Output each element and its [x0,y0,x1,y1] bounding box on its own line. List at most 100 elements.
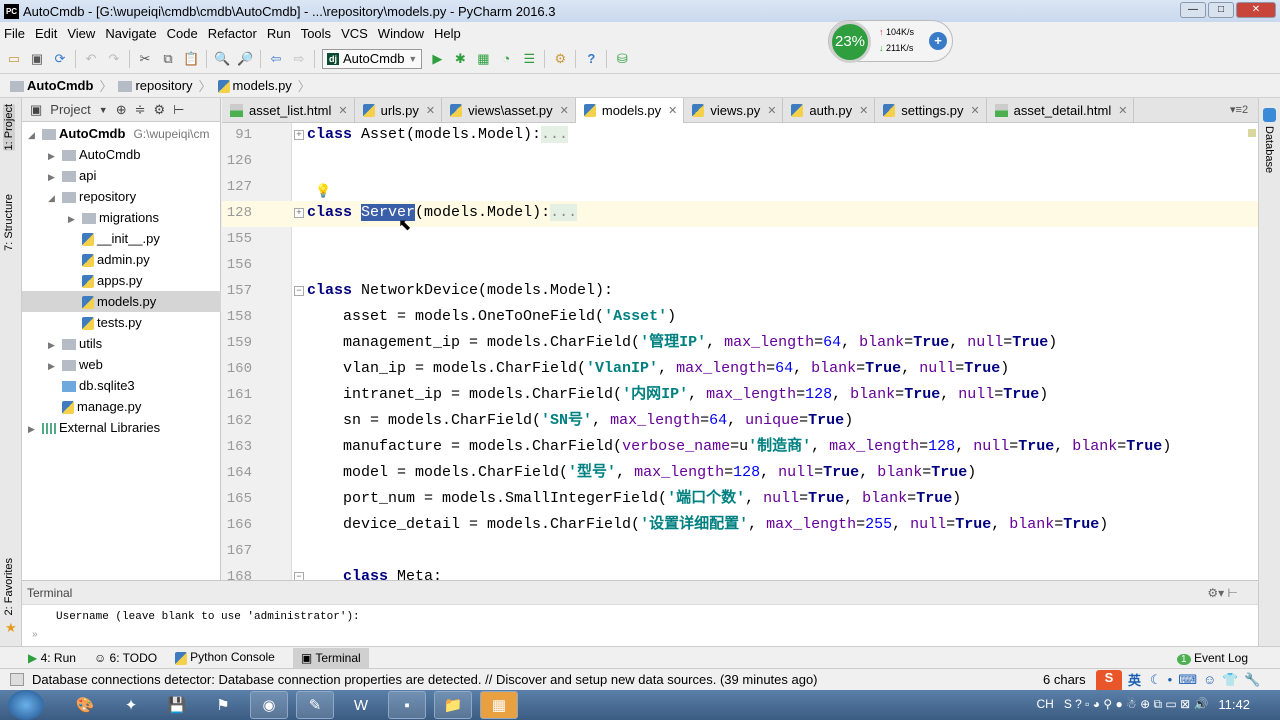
code-line[interactable]: 167 [222,539,1258,565]
code-line[interactable]: 166 device_detail = models.CharField('设置… [222,513,1258,539]
collapse-fold-icon[interactable]: − [294,286,304,296]
code-line[interactable]: 163 manufacture = models.CharField(verbo… [222,435,1258,461]
code-line[interactable]: 128 + class Server(models.Model):... [222,201,1258,227]
collapsed-arrow-icon[interactable]: ▶ [48,335,62,356]
forward-icon[interactable]: ⇨ [291,51,307,67]
menu-code[interactable]: Code [167,26,198,41]
tree-item[interactable]: ◢ repository [22,186,136,207]
code-line[interactable]: 162 sn = models.CharField('SN号', max_len… [222,409,1258,435]
paint-app-icon[interactable]: 🎨 [66,691,104,719]
run-configuration-select[interactable]: dj AutoCmdb ▼ [322,48,423,69]
project-view-select[interactable]: Project [50,102,90,117]
close-button[interactable]: ✕ [1236,2,1276,18]
replace-icon[interactable]: 🔎 [237,51,253,67]
tree-item[interactable]: ▶ utils [22,333,102,354]
tree-item[interactable]: __init__.py [22,228,160,249]
tree-item[interactable]: ▶ web [22,354,103,375]
tree-item[interactable]: manage.py [22,396,141,417]
tabs-overflow-button[interactable]: ▾≡2 [1230,103,1248,116]
tab-auth-py[interactable]: auth.py ✕ [783,98,876,123]
menu-refactor[interactable]: Refactor [208,26,257,41]
menu-help[interactable]: Help [434,26,461,41]
database-tool-tab[interactable]: Database [1263,126,1275,173]
favorites-tool-tab[interactable]: 2: Favorites [3,558,15,615]
expand-fold-icon[interactable]: + [294,130,304,140]
menu-window[interactable]: Window [378,26,424,41]
code-line[interactable]: 91 + class Asset(models.Model):... [222,123,1258,149]
notepad-app-icon[interactable]: ✎ [296,691,334,719]
ime-mode[interactable]: 英 [1128,670,1141,689]
code-line[interactable]: 164 model = models.CharField('型号', max_l… [222,461,1258,487]
undo-icon[interactable]: ↶ [83,51,99,67]
tab-settings-py[interactable]: settings.py ✕ [875,98,987,123]
app-icon[interactable]: ▦ [480,691,518,719]
collapsed-arrow-icon[interactable]: ▶ [48,146,62,167]
close-tab-icon[interactable]: ✕ [767,104,776,117]
terminal-output[interactable]: Username (leave blank to use 'administra… [56,611,360,623]
close-tab-icon[interactable]: ✕ [970,104,979,117]
collapsed-arrow-icon[interactable]: ▶ [28,419,42,440]
code-line[interactable]: 156 [222,253,1258,279]
breadcrumb-item[interactable]: AutoCmdb [10,78,93,93]
gear-icon[interactable]: ⚙▾ ⊢ [1207,586,1238,600]
find-icon[interactable]: 🔍 [214,51,230,67]
save-app-icon[interactable]: 💾 [158,691,196,719]
maximize-button[interactable]: □ [1208,2,1234,18]
start-button[interactable] [8,690,44,720]
tab-views-py[interactable]: views.py ✕ [684,98,784,123]
sogou-ime-icon[interactable]: S [1096,670,1122,692]
open-folder-icon[interactable]: ▭ [6,51,22,67]
code-line[interactable]: 157 − class NetworkDevice(models.Model): [222,279,1258,305]
tree-item[interactable]: ▶ migrations [22,207,159,228]
menu-tools[interactable]: Tools [301,26,331,41]
tab-models-py[interactable]: models.py ✕ [575,98,685,123]
menu-edit[interactable]: Edit [35,26,57,41]
settings-icon[interactable]: ⚙ [552,51,568,67]
redo-icon[interactable]: ↷ [106,51,122,67]
tree-item[interactable]: ▶ External Libraries [22,417,160,438]
app-icon[interactable]: ✦ [112,691,150,719]
close-tab-icon[interactable]: ✕ [426,104,435,117]
tree-item[interactable]: admin.py [22,249,150,270]
tab-asset-detail-html[interactable]: asset_detail.html ✕ [987,98,1135,123]
tab-views-asset-py[interactable]: views\asset.py ✕ [442,98,576,123]
structure-tool-tab[interactable]: 7: Structure [3,194,15,251]
breadcrumb-item[interactable]: repository [118,78,193,93]
code-line[interactable]: 159 management_ip = models.CharField('管理… [222,331,1258,357]
collapse-all-icon[interactable]: ≑ [135,102,146,118]
clock[interactable]: 11:42 [1218,697,1250,712]
tab-asset-list-html[interactable]: asset_list.html ✕ [222,98,355,123]
close-tab-icon[interactable]: ✕ [668,104,677,117]
tab-urls-py[interactable]: urls.py ✕ [355,98,443,123]
expanded-arrow-icon[interactable]: ◢ [28,125,42,146]
terminal-tool-button[interactable]: ▣ Terminal [292,647,369,668]
paste-icon[interactable]: 📋 [183,51,199,67]
menu-vcs[interactable]: VCS [341,26,368,41]
close-tab-icon[interactable]: ✕ [1118,104,1127,117]
expand-fold-icon[interactable]: + [294,208,304,218]
new-session-button[interactable]: » [32,629,38,640]
status-message[interactable]: Database connections detector: Database … [32,672,818,687]
todo-tool-button[interactable]: ☺ 6: TODO [94,651,157,665]
code-line[interactable]: 158 asset = models.OneToOneField('Asset'… [222,305,1258,331]
save-icon[interactable]: ▣ [29,51,45,67]
run-tool-button[interactable]: ▶ 4: Run [28,651,76,665]
network-monitor-widget[interactable]: 23% ↑ 104K/s ↓ 211K/s + [828,20,953,63]
sync-icon[interactable]: ⟳ [52,51,68,67]
tree-item[interactable]: tests.py [22,312,142,333]
plus-icon[interactable]: + [929,32,947,50]
project-tool-tab[interactable]: 1: Project [3,104,15,151]
code-line[interactable]: 160 vlan_ip = models.CharField('VlanIP',… [222,357,1258,383]
word-app-icon[interactable]: W [342,691,380,719]
status-toggle-icon[interactable] [10,673,24,686]
coverage-icon[interactable]: ▦ [475,51,491,67]
language-indicator[interactable]: CH [1036,697,1053,712]
breadcrumb-item[interactable]: models.py [217,78,292,94]
help-icon[interactable]: ? [583,51,599,67]
back-icon[interactable]: ⇦ [268,51,284,67]
tree-item[interactable]: apps.py [22,270,143,291]
chevron-down-icon[interactable]: ▼ [99,105,108,115]
chrome-app-icon[interactable]: ◉ [250,691,288,719]
plugin-icon[interactable]: ⛁ [614,51,630,67]
gear-icon[interactable]: ⚙ [154,102,166,118]
